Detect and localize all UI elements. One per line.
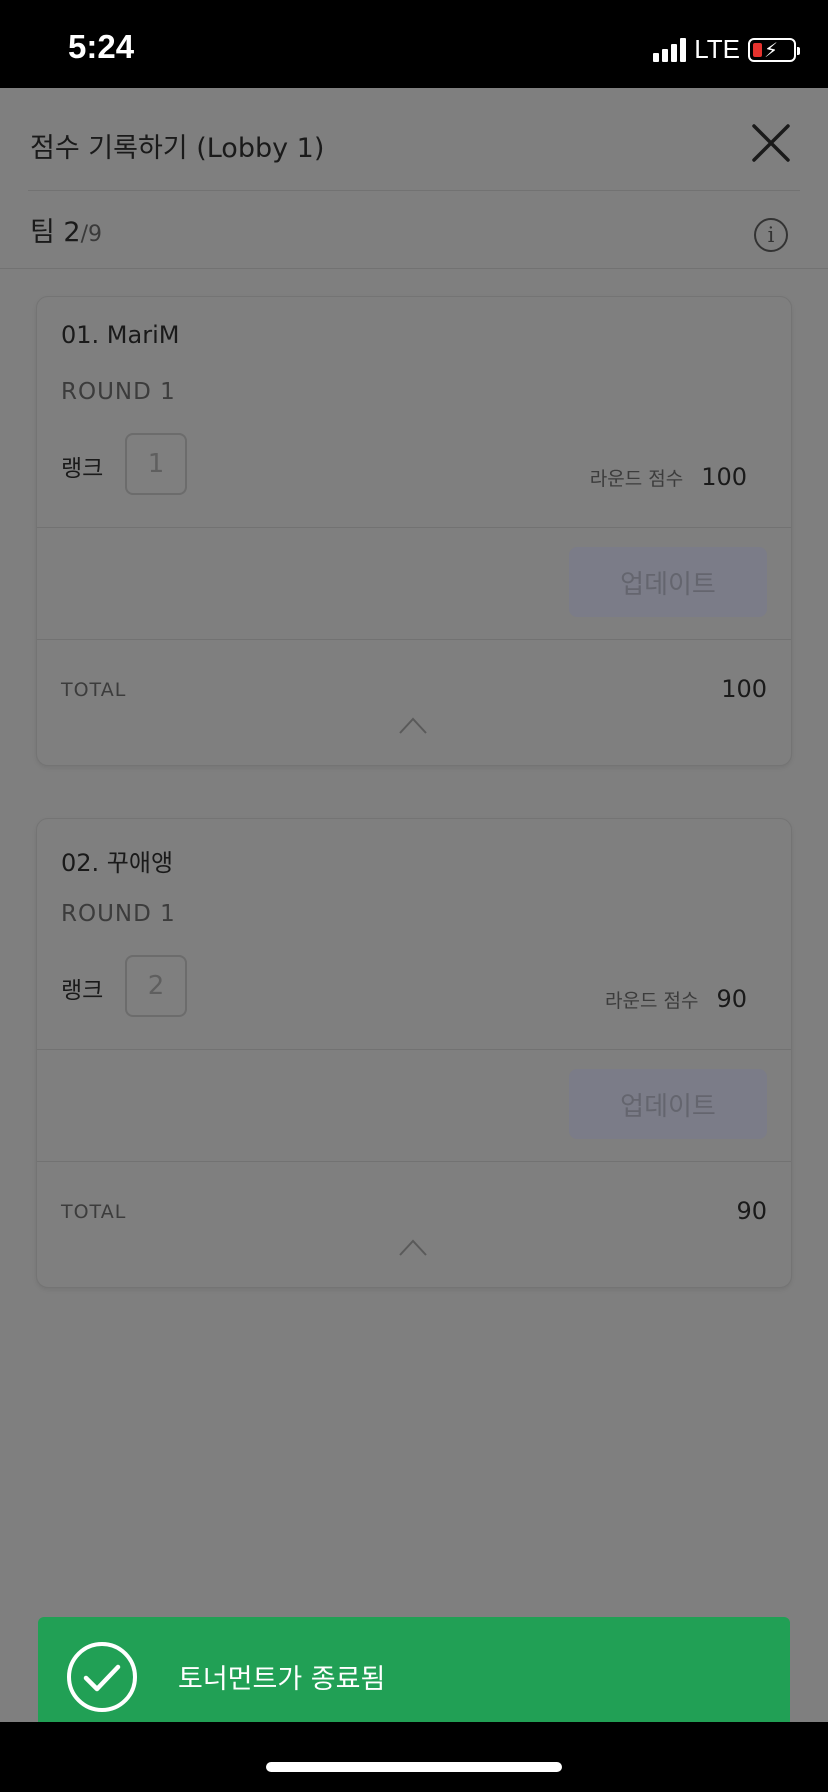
rank-label: 랭크 <box>61 456 104 482</box>
round-score-label: 라운드 점수 <box>605 990 699 1012</box>
rank-input[interactable]: 2 <box>125 955 187 1017</box>
toast-notification: 토너먼트가 종료됨 <box>38 1617 790 1722</box>
chevron-up-icon[interactable] <box>398 713 428 737</box>
update-button[interactable]: 업데이트 <box>569 1069 767 1139</box>
player-name: 02. 꾸애앵 <box>61 849 174 877</box>
round-label: ROUND 1 <box>61 901 176 927</box>
toast-message: 토너먼트가 종료됨 <box>178 1664 386 1695</box>
home-indicator-area <box>0 1722 828 1792</box>
update-button[interactable]: 업데이트 <box>569 547 767 617</box>
signal-icon <box>653 37 687 62</box>
card-divider <box>37 1049 791 1050</box>
info-icon[interactable]: i <box>754 218 788 252</box>
rank-input[interactable]: 1 <box>125 433 187 495</box>
chevron-up-icon[interactable] <box>398 1235 428 1259</box>
status-indicators: LTE ⚡ <box>653 34 800 65</box>
round-score: 라운드 점수 100 <box>590 463 747 491</box>
team-navigator: 팀 2/9 i <box>0 190 828 270</box>
player-score-card: 01. MariM ROUND 1 랭크 1 라운드 점수 100 업데이트 T… <box>36 296 792 766</box>
card-divider <box>37 1161 791 1162</box>
total-label: TOTAL <box>61 679 127 701</box>
home-indicator[interactable] <box>266 1762 562 1772</box>
round-score: 라운드 점수 90 <box>605 985 747 1013</box>
score-entry-header: 점수 기록하기 (Lobby 1) <box>0 88 828 190</box>
round-score-value: 100 <box>701 463 747 491</box>
round-label: ROUND 1 <box>61 379 176 405</box>
status-time: 5:24 <box>68 28 135 65</box>
round-score-label: 라운드 점수 <box>589 468 684 490</box>
battery-icon: ⚡ <box>748 37 800 62</box>
close-icon[interactable] <box>750 122 792 164</box>
rank-label: 랭크 <box>61 978 104 1004</box>
total-value: 90 <box>736 1197 767 1225</box>
total-value: 100 <box>721 675 767 703</box>
round-score-value: 90 <box>716 985 747 1013</box>
team-counter: 팀 2/9 <box>30 210 102 249</box>
player-score-card: 02. 꾸애앵 ROUND 1 랭크 2 라운드 점수 90 업데이트 TOTA… <box>36 818 792 1288</box>
team-total: /9 <box>80 222 103 247</box>
check-circle-icon <box>66 1641 138 1713</box>
player-name: 01. MariM <box>61 321 180 349</box>
total-label: TOTAL <box>61 1201 127 1223</box>
page-title: 점수 기록하기 (Lobby 1) <box>30 133 325 164</box>
network-type: LTE <box>694 34 740 64</box>
card-divider <box>37 527 791 528</box>
team-label: 팀 2 <box>30 217 81 248</box>
card-divider <box>37 639 791 640</box>
status-bar: 5:24 LTE ⚡ <box>0 0 828 88</box>
team-divider <box>0 268 828 269</box>
